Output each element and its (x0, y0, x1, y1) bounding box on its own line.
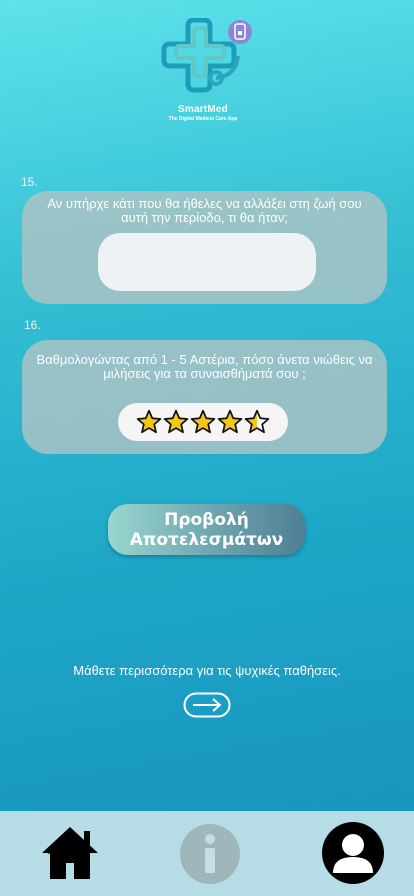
app-tagline: The Digital Medical Care App (168, 116, 238, 122)
star-icon[interactable] (244, 409, 270, 435)
app-name: SmartMed (178, 104, 228, 115)
profile-icon (322, 822, 384, 884)
home-icon (42, 827, 98, 879)
nav-profile-button[interactable] (321, 821, 385, 885)
star-icon[interactable] (190, 409, 216, 435)
learn-more-text: Μάθετε περισσότερα για τις ψυχικές παθήσ… (73, 663, 341, 678)
question-card-15: Αν υπήρχε κάτι που θα ήθελες να αλλάξει … (22, 191, 387, 304)
bottom-navigation (0, 811, 414, 896)
view-results-button[interactable]: Προβολή Αποτελεσμάτων (108, 504, 305, 555)
question-text-16: Βαθμολογώντας από 1 - 5 Αστέρια, πόσο άν… (36, 352, 373, 381)
answer-input-15[interactable] (98, 233, 316, 291)
medical-cross-logo-icon (161, 18, 252, 93)
arrow-right-icon (183, 692, 231, 718)
star-icon[interactable] (217, 409, 243, 435)
nav-info-button[interactable] (179, 823, 241, 885)
learn-more-arrow-button[interactable] (183, 692, 231, 718)
question-card-16: Βαθμολογώντας από 1 - 5 Αστέρια, πόσο άν… (22, 340, 387, 454)
nav-home-button[interactable] (40, 823, 100, 883)
info-icon (180, 824, 240, 884)
question-number-15: 15. (21, 175, 38, 189)
star-icon[interactable] (136, 409, 162, 435)
question-text-15: Αν υπήρχε κάτι που θα ήθελες να αλλάξει … (47, 196, 362, 225)
question-number-16: 16. (24, 318, 41, 332)
star-icon[interactable] (163, 409, 189, 435)
view-results-label-line1: Προβολή (164, 509, 249, 530)
view-results-label-line2: Αποτελεσμάτων (129, 529, 284, 550)
star-rating[interactable] (118, 403, 288, 441)
